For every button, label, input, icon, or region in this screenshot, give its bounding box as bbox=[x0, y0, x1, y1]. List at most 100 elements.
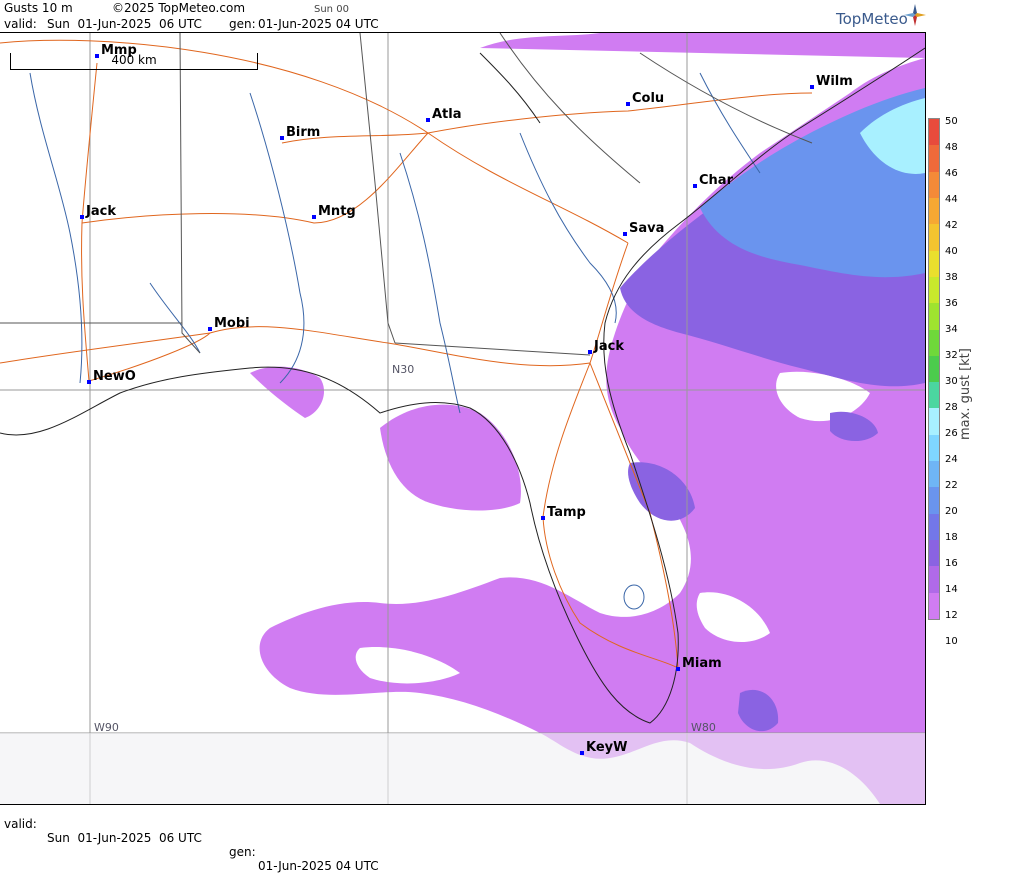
lake-okeechobee bbox=[623, 584, 645, 610]
city-marker bbox=[676, 667, 680, 671]
legend-swatch bbox=[929, 487, 939, 515]
legend-swatch bbox=[929, 355, 939, 383]
city-label: NewO bbox=[87, 369, 136, 384]
legend-swatch bbox=[929, 408, 939, 436]
legend-swatch bbox=[929, 592, 939, 620]
legend-colorbar bbox=[928, 118, 940, 620]
legend-swatch bbox=[929, 329, 939, 357]
topmeteo-logo: TopMeteo bbox=[836, 10, 908, 28]
legend-tick: 14 bbox=[945, 584, 958, 595]
city-name: Mntg bbox=[318, 204, 356, 219]
map-canvas bbox=[0, 33, 925, 804]
city-name: Wilm bbox=[816, 74, 853, 89]
city-label: Mmp bbox=[95, 43, 137, 58]
city-name: Char bbox=[699, 173, 733, 188]
city-label: Char bbox=[693, 173, 733, 188]
city-marker bbox=[208, 327, 212, 331]
city-name: Sava bbox=[629, 221, 665, 236]
valid-value: Sun 01-Jun-2025 06 UTC bbox=[47, 17, 202, 31]
city-name: Birm bbox=[286, 125, 321, 140]
legend-swatch bbox=[929, 540, 939, 567]
city-marker bbox=[623, 232, 627, 236]
legend-tick: 42 bbox=[945, 220, 958, 231]
day-code: Sun 00 bbox=[314, 4, 349, 15]
city-marker bbox=[626, 102, 630, 106]
city-name: Mmp bbox=[101, 43, 137, 58]
legend-title: max. gust [kt] bbox=[958, 348, 973, 440]
city-marker bbox=[588, 350, 592, 354]
city-label: Mobi bbox=[208, 316, 250, 331]
city-label: Colu bbox=[626, 91, 665, 106]
city-marker bbox=[87, 380, 91, 384]
legend-tick: 34 bbox=[945, 324, 958, 335]
legend-tick: 50 bbox=[945, 116, 958, 127]
footer-gen-value: 01-Jun-2025 04 UTC bbox=[258, 859, 379, 873]
city-label: Wilm bbox=[810, 74, 853, 89]
legend-swatch bbox=[929, 461, 939, 488]
footer-valid-label: valid: bbox=[4, 817, 37, 831]
grid-label-w90: W90 bbox=[94, 721, 119, 734]
city-marker bbox=[280, 136, 284, 140]
legend-tick: 40 bbox=[945, 246, 958, 257]
city-name: Jack bbox=[594, 339, 624, 354]
legend-tick: 46 bbox=[945, 168, 958, 179]
footer-gen-label: gen: bbox=[229, 845, 256, 859]
legend-swatch bbox=[929, 513, 939, 541]
legend-swatch bbox=[929, 382, 939, 409]
city-marker bbox=[580, 751, 584, 755]
city-marker bbox=[426, 118, 430, 122]
legend-tick: 36 bbox=[945, 298, 958, 309]
legend-tick: 28 bbox=[945, 402, 958, 413]
city-label: Miam bbox=[676, 656, 722, 671]
city-marker bbox=[95, 54, 99, 58]
legend-tick: 26 bbox=[945, 428, 958, 439]
legend-swatch bbox=[929, 224, 939, 252]
valid-label: valid: bbox=[4, 17, 37, 31]
city-label: Tamp bbox=[541, 505, 586, 520]
city-name: Miam bbox=[682, 656, 722, 671]
legend-swatch bbox=[929, 303, 939, 331]
legend-tick: 48 bbox=[945, 142, 958, 153]
footer: valid: Sun 01-Jun-2025 06 UTC gen: 01-Ju… bbox=[0, 803, 925, 873]
grid-label-n30: N30 bbox=[392, 363, 415, 376]
city-name: Mobi bbox=[214, 316, 250, 331]
out-of-domain bbox=[0, 733, 925, 804]
legend-tick: 38 bbox=[945, 272, 958, 283]
city-name: Colu bbox=[632, 91, 665, 106]
city-name: Jack bbox=[86, 204, 116, 219]
legend-tick: 18 bbox=[945, 532, 958, 543]
gen-value: 01-Jun-2025 04 UTC bbox=[258, 17, 379, 31]
legend-tick: 20 bbox=[945, 506, 958, 517]
city-marker bbox=[80, 215, 84, 219]
city-marker bbox=[810, 85, 814, 89]
legend-tick: 30 bbox=[945, 376, 958, 387]
city-label: Atla bbox=[426, 107, 462, 122]
weather-map[interactable]: 400 km N30 W90 W80 Mmp Birm Atla Colu Wilm Ja… bbox=[0, 32, 926, 805]
legend-swatch bbox=[929, 119, 939, 146]
grid-label-w80: W80 bbox=[691, 721, 716, 734]
city-name: NewO bbox=[93, 369, 136, 384]
legend-tick: 10 bbox=[945, 636, 958, 647]
city-label: Mntg bbox=[312, 204, 356, 219]
city-label: Jack bbox=[588, 339, 624, 354]
legend-tick: 22 bbox=[945, 480, 958, 491]
gen-label: gen: bbox=[229, 17, 256, 31]
legend-tick: 32 bbox=[945, 350, 958, 361]
city-label: Sava bbox=[623, 221, 665, 236]
legend-tick: 12 bbox=[945, 610, 958, 621]
city-marker bbox=[312, 215, 316, 219]
compass-star-icon bbox=[904, 4, 926, 26]
legend-swatch bbox=[929, 145, 939, 173]
city-marker bbox=[693, 184, 697, 188]
legend-swatch bbox=[929, 197, 939, 225]
legend-swatch bbox=[929, 276, 939, 304]
legend-tick: 44 bbox=[945, 194, 958, 205]
city-marker bbox=[541, 516, 545, 520]
city-name: Atla bbox=[432, 107, 462, 122]
product-title: Gusts 10 m bbox=[4, 1, 73, 15]
legend-swatch bbox=[929, 250, 939, 278]
legend-tick: 24 bbox=[945, 454, 958, 465]
legend-swatch bbox=[929, 566, 939, 594]
city-label: Jack bbox=[80, 204, 116, 219]
legend-tick: 16 bbox=[945, 558, 958, 569]
